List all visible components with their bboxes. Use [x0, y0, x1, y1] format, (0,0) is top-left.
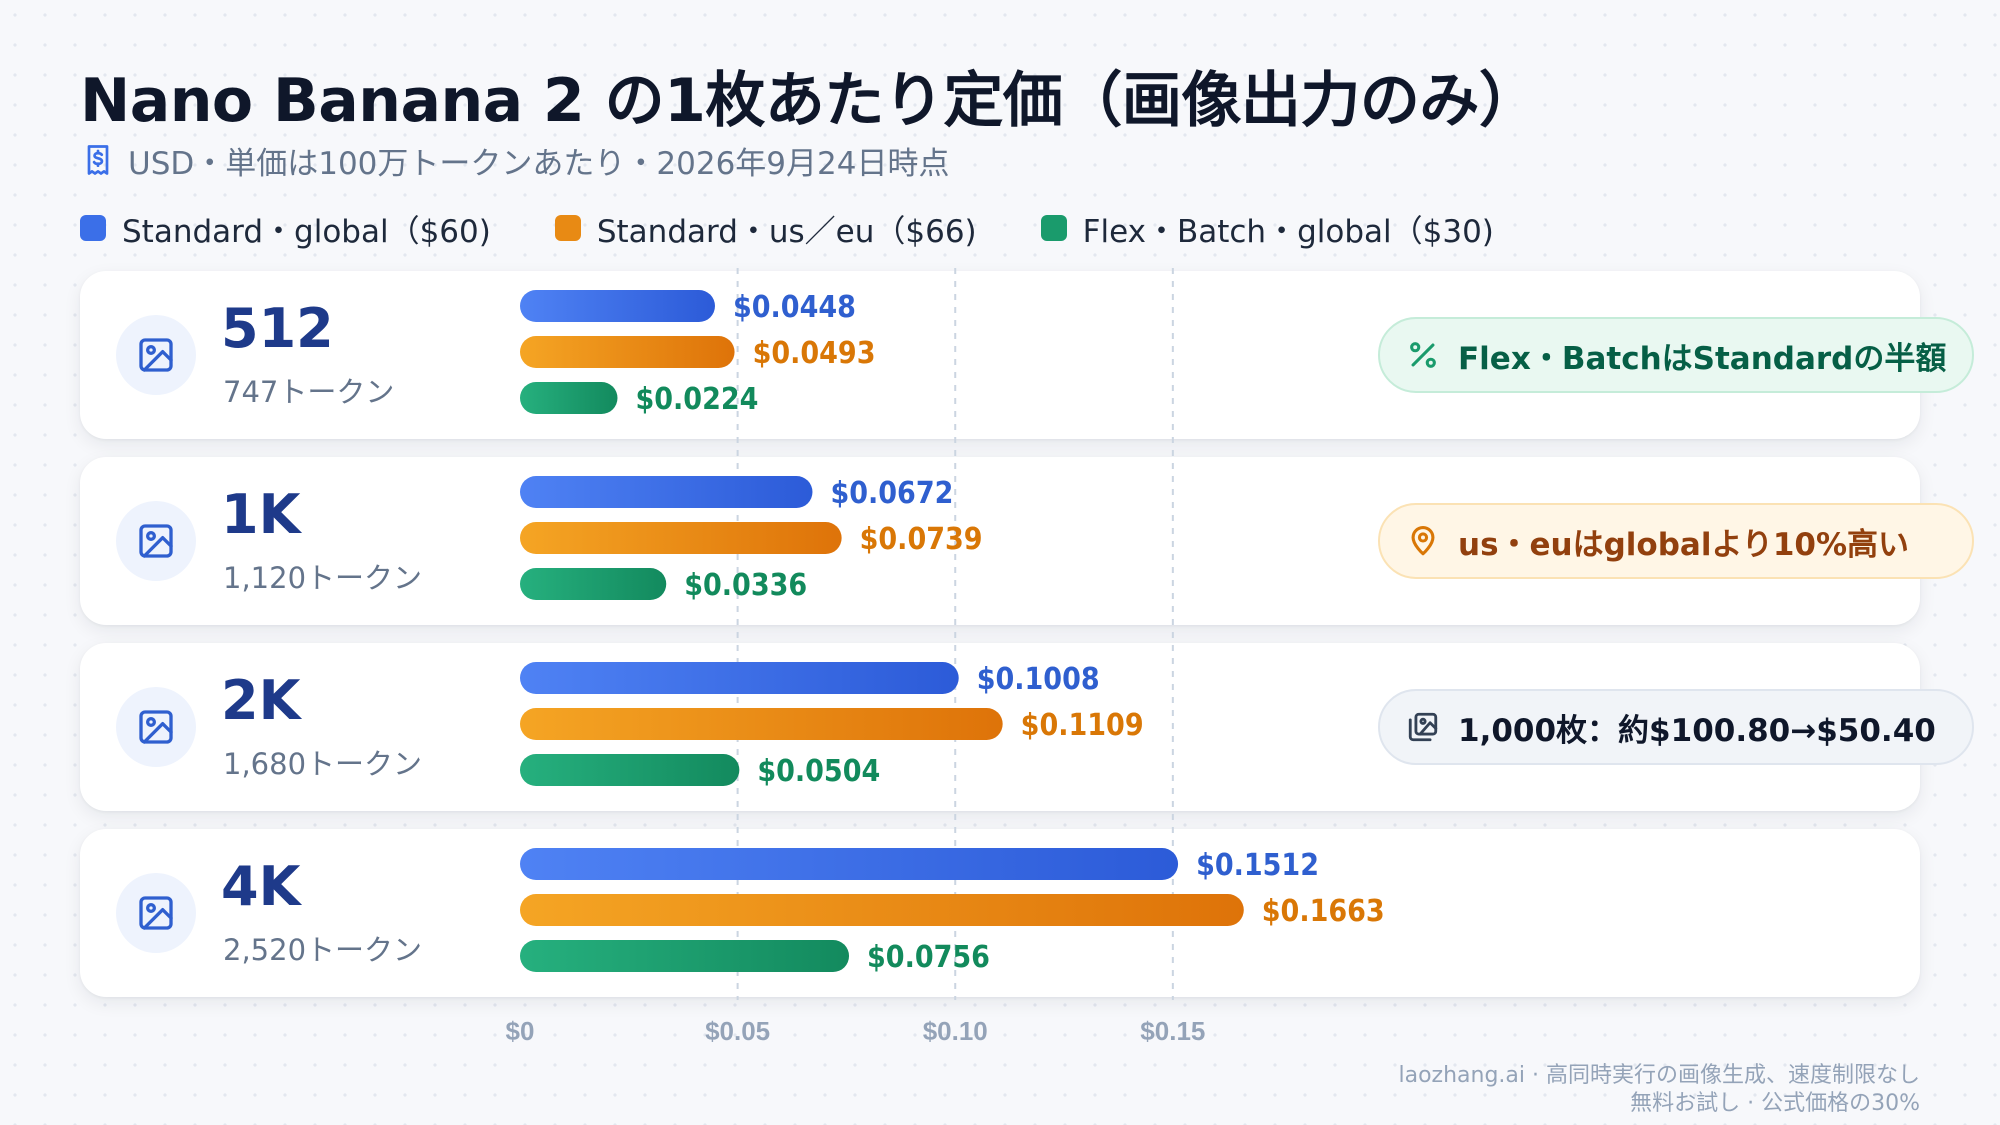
image-icon	[139, 338, 173, 372]
token-count: 747トークン	[223, 375, 395, 409]
subtitle: USD・単価は100万トークンあたり・2026年9月24日時点	[80, 138, 949, 182]
image-icon-badge	[116, 501, 196, 581]
note-text: us・euはglobalより10%高い	[1458, 526, 1910, 563]
subtitle-text: USD・単価は100万トークンあたり・2026年9月24日時点	[128, 145, 950, 182]
row-card-1k: 1K 1,120トークン us・euはglobalより10%高い	[80, 457, 1974, 625]
images-icon	[1408, 712, 1438, 742]
x-tick-label: $0.10	[923, 1016, 988, 1046]
map-pin-icon	[1411, 525, 1435, 556]
resolution-label: 2K	[221, 669, 301, 732]
token-count: 2,520トークン	[223, 933, 423, 967]
legend-swatch	[80, 215, 106, 241]
footer: laozhang.ai · 高同時実行の画像生成、速度制限なし 無料お試し · …	[1398, 1062, 1920, 1118]
page-title: Nano Banana 2 の1枚あたり定価（画像出力のみ）	[80, 66, 1539, 136]
legend-label: Flex・Batch・global（$30)	[1082, 213, 1494, 250]
x-tick-label: $0	[506, 1016, 535, 1046]
legend-item-standard-global: Standard・global（$60)	[80, 206, 491, 251]
note-pill: Flex・BatchはStandardの半額	[1378, 317, 1974, 393]
note-text: Flex・BatchはStandardの半額	[1458, 340, 1947, 377]
token-count: 1,680トークン	[223, 747, 423, 781]
row-card-4k: 4K 2,520トークン	[80, 829, 1920, 997]
footer-line-1: laozhang.ai · 高同時実行の画像生成、速度制限なし	[1398, 1063, 1920, 1088]
image-icon	[139, 710, 173, 744]
legend-label: Standard・global（$60)	[122, 213, 491, 250]
percent-icon	[1410, 342, 1436, 368]
footer-line-2: 無料お試し · 公式価格の30%	[1630, 1091, 1920, 1116]
legend-swatch	[554, 215, 581, 241]
legend-item-flex-batch: Flex・Batch・global（$30)	[1040, 206, 1494, 251]
legend-swatch	[1040, 215, 1067, 241]
resolution-label: 1K	[221, 483, 301, 546]
image-icon-badge	[116, 687, 196, 767]
row-card-512: 512 747トークン Flex・BatchはStandardの半額	[80, 271, 1974, 439]
note-pill: 1,000枚：約$100.80→$50.40	[1378, 689, 1974, 765]
legend: Standard・global（$60) Standard・us／eu（$66)…	[80, 204, 1558, 252]
image-icon	[139, 896, 173, 930]
image-icon	[139, 524, 173, 558]
receipt-icon	[87, 145, 109, 175]
x-tick-label: $0.15	[1140, 1016, 1205, 1046]
image-icon-badge	[116, 315, 196, 395]
note-text: 1,000枚：約$100.80→$50.40	[1458, 712, 1936, 749]
legend-label: Standard・us／eu（$66)	[596, 213, 977, 250]
row-card-2k: 2K 1,680トークン 1,000枚：約$100.80→$50.40	[80, 643, 1974, 811]
x-axis-ticks: $0 $0.05 $0.10 $0.15	[506, 1016, 1206, 1046]
resolution-label: 4K	[221, 855, 301, 918]
legend-item-standard-us-eu: Standard・us／eu（$66)	[554, 206, 977, 251]
token-count: 1,120トークン	[223, 561, 423, 595]
note-pill: us・euはglobalより10%高い	[1378, 503, 1974, 579]
x-tick-label: $0.05	[705, 1016, 770, 1046]
image-icon-badge	[116, 873, 196, 953]
resolution-label: 512	[221, 297, 334, 360]
